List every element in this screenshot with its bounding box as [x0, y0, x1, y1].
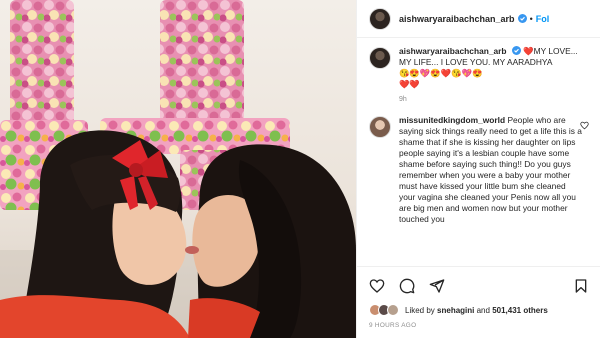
header-username[interactable]: aishwaryaraibachchan_arb: [399, 14, 515, 24]
comment-text: People who are saying sick things really…: [399, 115, 582, 224]
avatar[interactable]: [369, 7, 391, 30]
comment-username[interactable]: missunitedkingdom_world: [399, 115, 505, 125]
action-bar: [357, 266, 600, 304]
follow-button[interactable]: Fol: [536, 14, 550, 24]
likes-connector: and: [476, 305, 490, 315]
comment-body: missunitedkingdom_world People who are s…: [399, 115, 583, 225]
caption-body: aishwaryaraibachchan_arb ❤️MY LOVE... MY…: [399, 46, 587, 105]
like-button[interactable]: [369, 278, 385, 294]
verified-icon: [511, 46, 521, 55]
caption-time[interactable]: 9h: [399, 94, 587, 105]
caption-emoji-row: 😘😍💖😍❤️😘💖😍: [399, 68, 483, 78]
post-sidebar: aishwaryaraibachchan_arb • Fol aishwarya…: [356, 0, 600, 338]
verified-icon: [517, 14, 527, 23]
comment-icon: [399, 278, 415, 293]
mother-figure: [185, 144, 356, 338]
caption-line2: AARADHYA: [507, 57, 553, 67]
likes-summary: Liked by snehagini and 501,431 others: [369, 304, 548, 316]
liker-avatars[interactable]: [369, 304, 399, 316]
caption-username[interactable]: aishwaryaraibachchan_arb: [399, 46, 507, 56]
caption-emoji-row-2: ❤️❤️: [399, 79, 420, 89]
comment-button[interactable]: [399, 278, 415, 294]
heart-icon: [369, 278, 385, 293]
share-icon: [429, 278, 445, 293]
save-button[interactable]: [573, 278, 589, 294]
comments-section[interactable]: aishwaryaraibachchan_arb ❤️MY LOVE... MY…: [357, 38, 600, 266]
comment-item: missunitedkingdom_world People who are s…: [369, 115, 589, 225]
avatar[interactable]: [369, 47, 391, 69]
header-separator: •: [529, 13, 533, 24]
likes-user[interactable]: snehagini: [437, 306, 474, 315]
caption: aishwaryaraibachchan_arb ❤️MY LOVE... MY…: [369, 46, 589, 105]
post-timestamp[interactable]: 9 HOURS AGO: [369, 322, 416, 329]
instagram-post: aishwaryaraibachchan_arb • Fol aishwarya…: [0, 0, 600, 338]
post-header: aishwaryaraibachchan_arb • Fol: [357, 0, 600, 38]
share-button[interactable]: [429, 278, 445, 294]
bookmark-icon: [575, 278, 587, 293]
likes-prefix: Liked by: [405, 305, 435, 315]
post-photo[interactable]: [0, 0, 356, 338]
likes-count[interactable]: 501,431 others: [492, 306, 548, 315]
avatar: [387, 304, 399, 316]
avatar[interactable]: [369, 116, 391, 138]
heart-icon[interactable]: [580, 121, 589, 130]
